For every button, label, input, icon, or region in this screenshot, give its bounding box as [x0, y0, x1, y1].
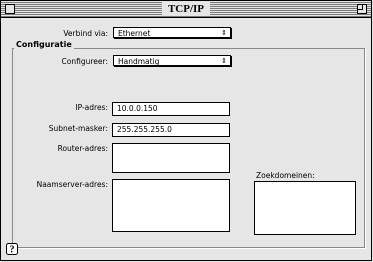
zoom-box-icon[interactable]: [357, 4, 367, 14]
name-server-address-field[interactable]: [112, 179, 230, 232]
subnet-mask-label: Subnet-masker:: [48, 124, 108, 133]
help-icon[interactable]: ?: [6, 243, 18, 255]
connect-via-popup[interactable]: Ethernet ⇕: [113, 27, 231, 38]
title-bar[interactable]: TCP/IP: [1, 1, 371, 18]
subnet-mask-field[interactable]: 255.255.255.0: [112, 123, 230, 137]
popup-arrows-icon: ⇕: [221, 29, 227, 37]
router-address-field[interactable]: [112, 143, 230, 173]
name-server-address-label: Naamserver-adres:: [36, 180, 108, 189]
configuration-group-title: Configuratie: [14, 40, 74, 49]
router-address-label: Router-adres:: [57, 144, 108, 153]
close-box-icon[interactable]: [5, 4, 15, 14]
connect-via-value: Ethernet: [118, 29, 151, 38]
configure-label: Configureer:: [61, 57, 108, 66]
configure-value: Handmatig: [118, 57, 160, 66]
search-domains-field[interactable]: [254, 181, 356, 235]
connect-via-label: Verbind via:: [63, 29, 108, 38]
search-domains-label: Zoekdomeinen:: [256, 171, 315, 180]
ip-address-label: IP-adres:: [75, 103, 108, 112]
configure-popup[interactable]: Handmatig ⇕: [113, 55, 231, 66]
ip-address-field[interactable]: 10.0.0.150: [112, 102, 230, 116]
help-symbol: ?: [10, 245, 15, 256]
popup-arrows-icon: ⇕: [221, 57, 227, 65]
window-title: TCP/IP: [161, 2, 211, 16]
